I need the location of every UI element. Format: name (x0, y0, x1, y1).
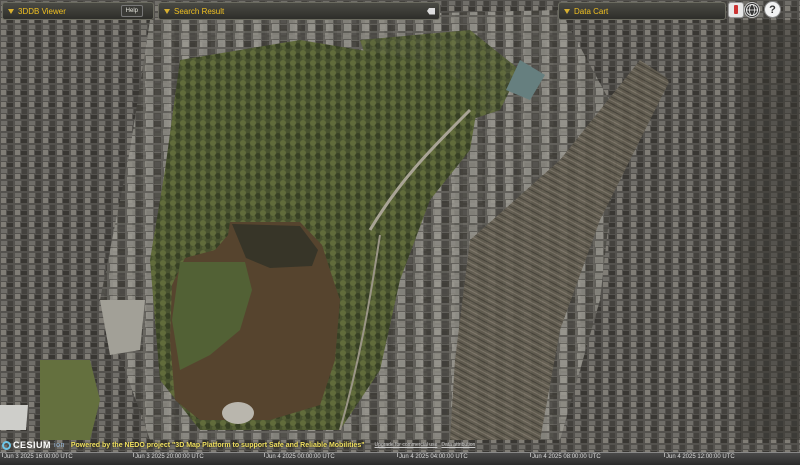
timeline[interactable]: Jun 3 2025 16:00:00 UTC Jun 3 2025 20:00… (0, 452, 800, 465)
backspace-clear-icon[interactable] (427, 7, 435, 15)
timeline-tick (133, 453, 134, 457)
data-cart-panel[interactable]: Data Cart (558, 2, 726, 20)
collapse-triangle-icon[interactable] (564, 8, 570, 14)
nedo-credit: Powered by the NEDO project "3D Map Plat… (70, 441, 365, 449)
timeline-tick (530, 453, 531, 457)
timeline-label: Jun 4 2025 04:00:00 UTC (399, 454, 468, 460)
timeline-label: Jun 3 2025 16:00:00 UTC (4, 454, 73, 460)
timeline-label: Jun 4 2025 12:00:00 UTC (666, 454, 735, 460)
map-view[interactable] (0, 0, 800, 465)
search-result-title: Search Result (174, 6, 225, 16)
cesium-logo-icon (2, 440, 11, 450)
help-icon[interactable]: ? (764, 1, 781, 18)
data-attribution-link[interactable]: Data attribution (441, 442, 475, 448)
timeline-label: Jun 4 2025 00:00:00 UTC (266, 454, 335, 460)
info-icon[interactable] (728, 2, 744, 18)
credits-bar: CESIUM ion Powered by the NEDO project "… (0, 438, 800, 452)
timeline-label: Jun 4 2025 08:00:00 UTC (532, 454, 601, 460)
timeline-tick (264, 453, 265, 457)
aerial-map-imagery (0, 0, 800, 465)
collapse-triangle-icon[interactable] (8, 8, 14, 14)
viewer-panel[interactable]: 3DDB Viewer Help (2, 2, 154, 20)
upgrade-link[interactable]: Upgrade for commercial use (375, 442, 438, 448)
timeline-tick (397, 453, 398, 457)
cesium-logo-text: CESIUM (13, 440, 52, 450)
globe-icon[interactable] (744, 2, 760, 18)
search-result-panel[interactable]: Search Result (158, 2, 440, 20)
data-cart-title: Data Cart (574, 6, 609, 16)
viewer-panel-title: 3DDB Viewer (18, 6, 66, 16)
cesium-logo-suffix: ion (54, 441, 65, 449)
collapse-triangle-icon[interactable] (164, 8, 170, 14)
timeline-tick (2, 453, 3, 457)
help-button[interactable]: Help (120, 5, 143, 17)
cesium-ion-logo[interactable]: CESIUM ion (2, 440, 65, 450)
timeline-tick (664, 453, 665, 457)
timeline-label: Jun 3 2025 20:00:00 UTC (135, 454, 204, 460)
